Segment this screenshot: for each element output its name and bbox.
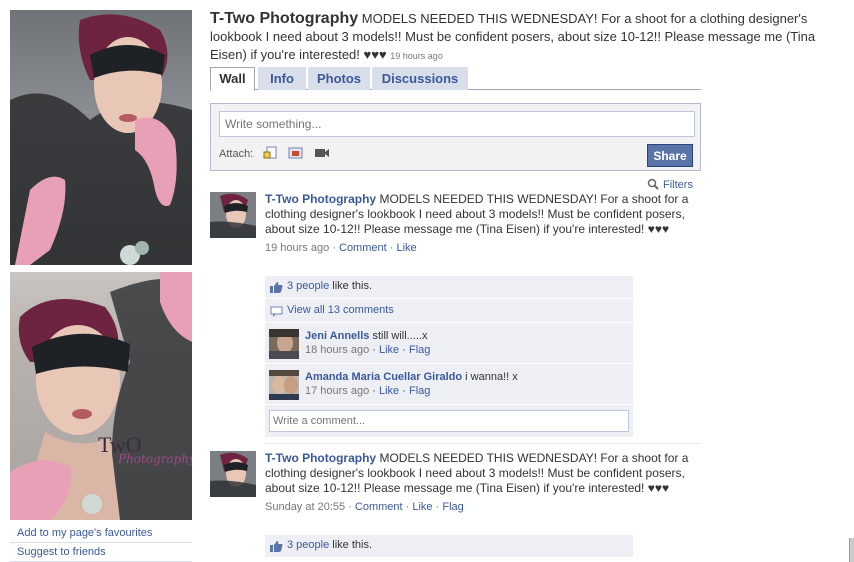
comment-text: still will.....x [372,330,428,342]
page-status-time: 19 hours ago [390,51,443,61]
comment-bubble-icon [270,305,283,318]
post-author-link[interactable]: T-Two Photography [265,451,376,465]
profile-picture[interactable]: TwO Photography [10,10,192,520]
likes-people-link[interactable]: 3 people [287,539,329,551]
like-link[interactable]: Like [412,501,432,513]
thumbs-up-icon [270,281,283,294]
comment-flag-link[interactable]: Flag [409,385,430,397]
comment-link[interactable]: Comment [355,501,403,513]
comment-text-block: Jeni Annells still will.....x 18 hours a… [305,330,431,356]
tab-photos[interactable]: Photos [308,67,370,90]
post-body: T-Two Photography MODELS NEEDED THIS WED… [265,192,701,256]
comment-author-link[interactable]: Amanda Maria Cuellar Giraldo [305,371,462,383]
write-comment-row [265,405,633,438]
post-feedback: 3 people like this. [265,535,633,558]
comment-like-link[interactable]: Like [379,344,399,356]
magnifier-icon [647,178,659,190]
comment-item: Amanda Maria Cuellar Giraldo i wanna!! x… [265,364,633,405]
post-meta: 19 hours ago · Comment · Like [265,242,417,254]
suggest-to-friends-link[interactable]: Suggest to friends [10,543,192,562]
attach-video-icon[interactable] [314,146,330,160]
flag-link[interactable]: Flag [442,501,463,513]
like-link[interactable]: Like [396,242,416,254]
post-time: Sunday at 20:55 [265,501,346,513]
likes-row: 3 people like this. [265,535,633,558]
comment-like-link[interactable]: Like [379,385,399,397]
post-body: T-Two Photography MODELS NEEDED THIS WED… [265,451,701,515]
page-header: T-Two Photography MODELS NEEDED THIS WED… [210,10,850,65]
post-author-thumbnail[interactable] [210,192,256,238]
comment-text-block: Amanda Maria Cuellar Giraldo i wanna!! x… [305,371,518,397]
write-comment-input[interactable] [269,410,629,432]
left-links: Add to my page's favourites Suggest to f… [10,524,192,562]
likes-suffix: like this. [329,280,373,292]
comment-time: 17 hours ago [305,385,370,397]
comment-text: i wanna!! x [465,371,518,383]
photo-gap [10,265,192,272]
comment-time: 18 hours ago [305,344,370,356]
wall-composer: Attach: Share [210,103,701,171]
tab-bar: Wall Info Photos Discussions [210,67,701,91]
attach-label: Attach: [219,148,254,160]
profile-photo-top [10,10,192,265]
scrollbar[interactable] [849,538,854,562]
comment-flag-link[interactable]: Flag [409,344,430,356]
filters-label: Filters [663,179,693,191]
attach-link-icon[interactable] [263,146,279,160]
tab-wall[interactable]: Wall [210,67,255,91]
profile-photo-bottom: TwO Photography [10,272,192,520]
post-time: 19 hours ago [265,242,330,254]
post-author-link[interactable]: T-Two Photography [265,192,376,206]
comment-author-link[interactable]: Jeni Annells [305,330,369,342]
filters-link[interactable]: Filters [647,178,693,191]
left-column: TwO Photography Add to my page's favouri… [0,0,200,562]
post-divider [265,443,701,444]
view-all-comments-link[interactable]: View all 13 comments [287,304,394,316]
post-author-thumbnail[interactable] [210,451,256,497]
post-feedback: 3 people like this. View all 13 comments… [265,276,633,438]
share-button[interactable]: Share [647,144,693,167]
comment-item: Jeni Annells still will.....x 18 hours a… [265,323,633,364]
comment-link[interactable]: Comment [339,242,387,254]
attach-photo-icon[interactable] [288,146,304,160]
likes-suffix: like this. [329,539,373,551]
tab-discussions[interactable]: Discussions [372,67,468,90]
add-to-favourites-link[interactable]: Add to my page's favourites [10,524,192,543]
post-meta: Sunday at 20:55 · Comment · Like · Flag [265,501,464,513]
write-something-input[interactable] [219,111,695,137]
view-all-comments-row[interactable]: View all 13 comments [265,299,633,323]
commenter-avatar[interactable] [269,329,299,359]
likes-row: 3 people like this. [265,276,633,299]
likes-people-link[interactable]: 3 people [287,280,329,292]
tab-info[interactable]: Info [258,67,306,90]
photo-watermark-sub: Photography [118,452,192,466]
page-title: T-Two Photography [210,10,359,27]
commenter-avatar[interactable] [269,370,299,400]
thumbs-up-icon [270,540,283,553]
